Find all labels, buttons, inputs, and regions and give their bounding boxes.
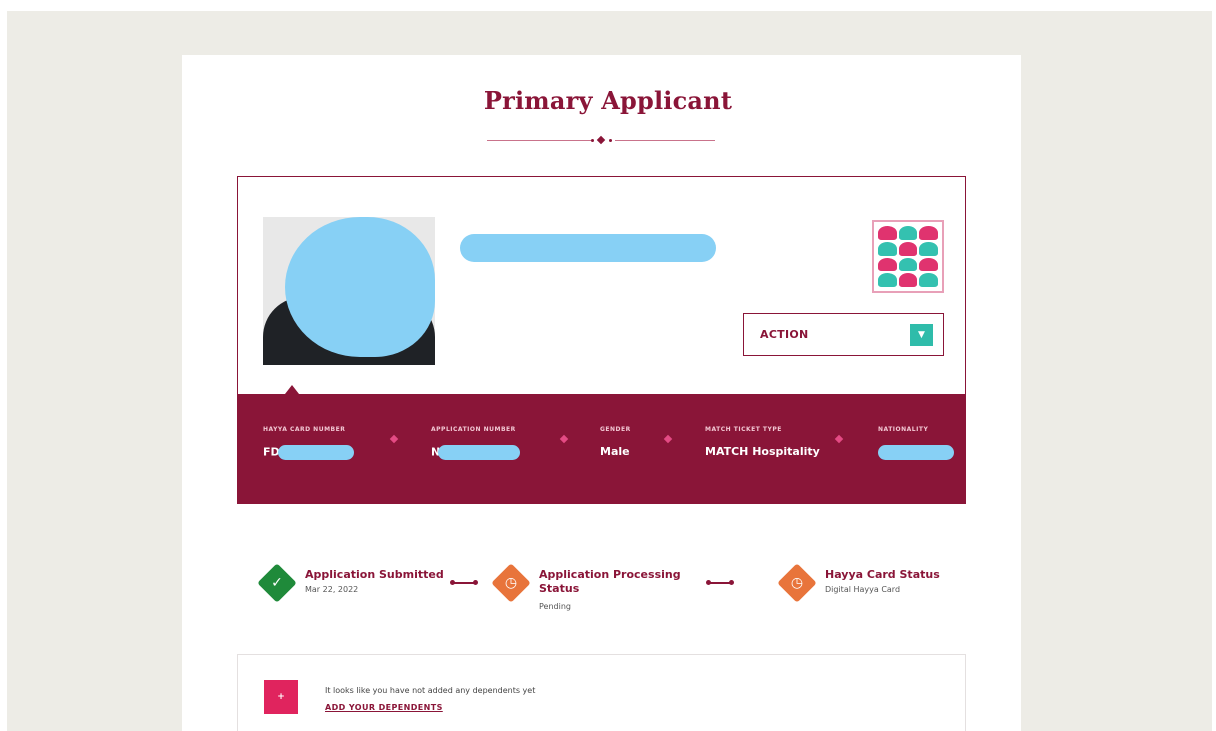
field-match-ticket-type: MATCH TICKET TYPE MATCH Hospitality <box>705 426 820 461</box>
redaction <box>878 445 954 460</box>
action-dropdown[interactable]: ACTION ▼ <box>743 313 944 356</box>
field-label: GENDER <box>600 426 631 433</box>
field-separator <box>663 434 673 444</box>
step-connector <box>450 580 478 585</box>
step-title: Hayya Card Status <box>825 568 940 581</box>
clock-icon: ◷ <box>491 563 531 603</box>
dependents-panel: + It looks like you have not added any d… <box>237 654 966 731</box>
step-subtitle: Mar 22, 2022 <box>305 585 359 594</box>
step-title: Application Processing Status <box>539 568 681 595</box>
photo-pointer <box>285 385 299 394</box>
redaction <box>438 445 521 460</box>
add-user-icon: + <box>264 680 298 714</box>
field-label: APPLICATION NUMBER <box>431 426 516 433</box>
field-hayya-card-number: HAYYA CARD NUMBER FD <box>263 426 354 461</box>
qr-code-icon <box>872 220 944 293</box>
add-dependents-link[interactable]: ADD YOUR DEPENDENTS <box>325 703 443 712</box>
field-nationality: NATIONALITY <box>878 426 954 461</box>
step-title: Application Submitted <box>305 568 444 581</box>
field-label: HAYYA CARD NUMBER <box>263 426 346 433</box>
applicant-name-redacted <box>460 234 716 262</box>
title-divider <box>487 135 715 145</box>
applicant-profile-card: ACTION ▼ HAYYA CARD NUMBER FD APPLICATIO… <box>237 176 966 504</box>
step-subtitle: Digital Hayya Card <box>825 585 901 594</box>
field-value: MATCH Hospitality <box>705 445 820 458</box>
clock-icon: ◷ <box>777 563 817 603</box>
redaction <box>277 445 354 460</box>
field-label: NATIONALITY <box>878 426 929 433</box>
application-status-tracker: ✓ Application Submitted Mar 22, 2022 ◷ A… <box>257 563 958 623</box>
applicant-photo <box>263 217 435 365</box>
field-separator <box>559 434 569 444</box>
check-icon: ✓ <box>257 563 297 603</box>
field-separator <box>834 434 844 444</box>
step-connector <box>706 580 734 585</box>
field-gender: GENDER Male <box>600 426 631 461</box>
action-dropdown-label: ACTION <box>760 328 809 341</box>
page-title: Primary Applicant <box>483 86 733 115</box>
field-value: Male <box>600 445 630 458</box>
chevron-down-icon[interactable]: ▼ <box>910 324 933 346</box>
field-application-number: APPLICATION NUMBER N <box>431 426 521 461</box>
step-subtitle: Pending <box>539 602 571 611</box>
field-label: MATCH TICKET TYPE <box>705 426 782 433</box>
field-separator <box>389 434 399 444</box>
applicant-details-band: HAYYA CARD NUMBER FD APPLICATION NUMBER … <box>238 394 965 503</box>
dependents-message: It looks like you have not added any dep… <box>325 686 536 695</box>
